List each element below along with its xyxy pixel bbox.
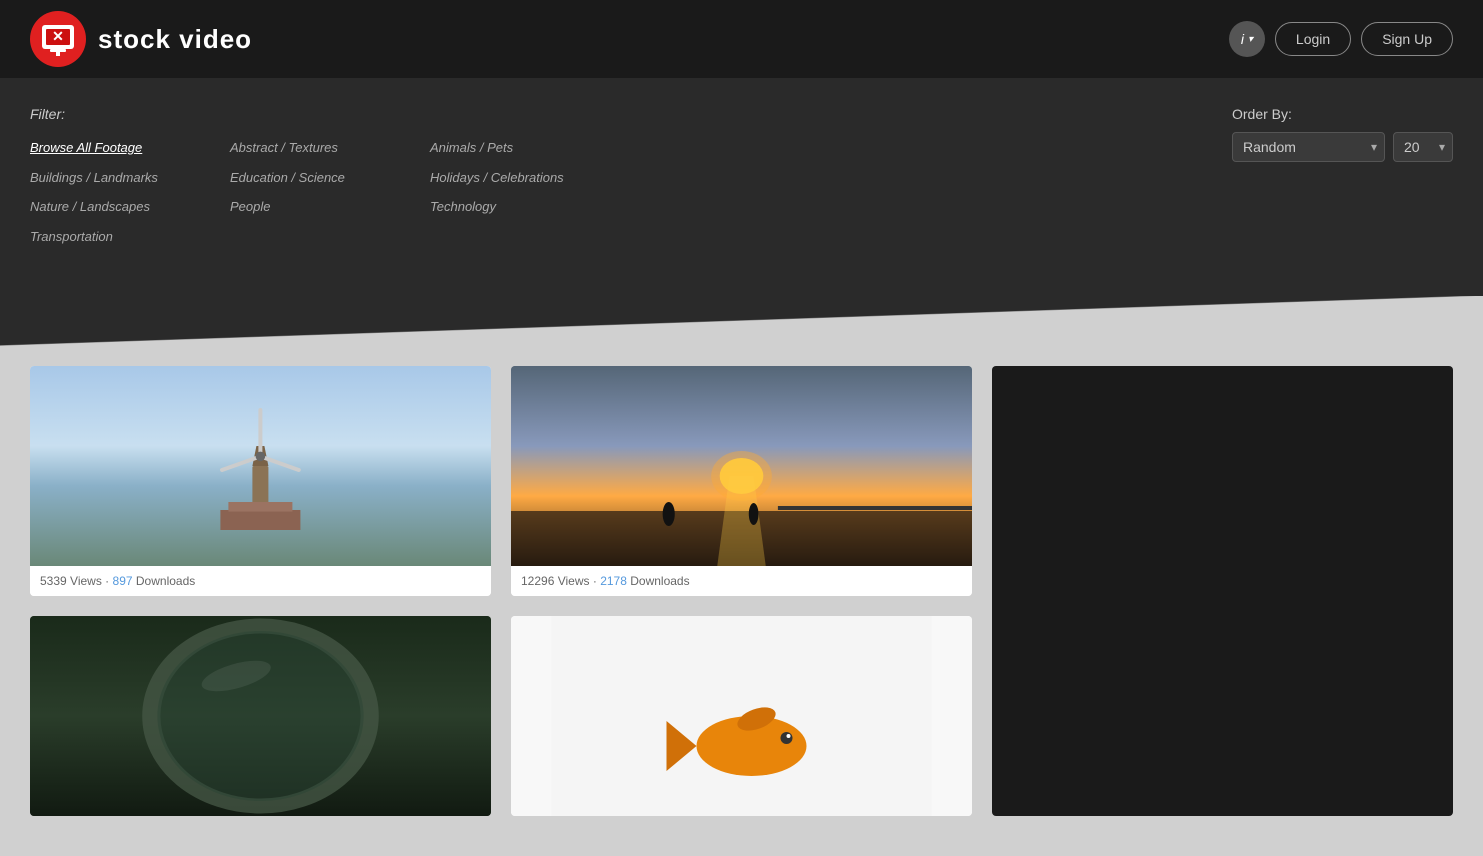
header-right: i ▾ Login Sign Up xyxy=(1229,21,1453,57)
count-select[interactable]: 10 20 50 100 xyxy=(1393,132,1453,162)
downloads-label-1: Downloads xyxy=(136,574,195,588)
video-card-2: 12296 Views · 2178 Downloads xyxy=(511,366,972,596)
filter-technology[interactable]: Technology xyxy=(430,197,610,217)
video-thumb-2 xyxy=(511,366,972,566)
video-card-inner-2[interactable]: 12296 Views · 2178 Downloads xyxy=(511,366,972,596)
order-select-wrapper: Random Newest Most Viewed Most Downloade… xyxy=(1232,132,1385,162)
signup-button[interactable]: Sign Up xyxy=(1361,22,1453,56)
downloads-count-2: 2178 xyxy=(600,574,627,588)
video-card-inner-5[interactable] xyxy=(511,616,972,816)
video-thumb-1 xyxy=(30,366,491,566)
video-card-1: 5339 Views · 897 Downloads xyxy=(30,366,491,596)
info-button[interactable]: i ▾ xyxy=(1229,21,1265,57)
order-by-label: Order By: xyxy=(1232,106,1453,122)
thumb-fishtank xyxy=(30,616,491,816)
views-label-2: Views · xyxy=(558,574,600,588)
video-thumb-5 xyxy=(511,616,972,816)
video-card-inner-4[interactable] xyxy=(30,616,491,816)
video-card-5 xyxy=(511,616,972,816)
downloads-count-1: 897 xyxy=(113,574,133,588)
login-button[interactable]: Login xyxy=(1275,22,1351,56)
filter-transportation[interactable]: Transportation xyxy=(30,227,210,247)
video-meta-1: 5339 Views · 897 Downloads xyxy=(30,566,491,596)
video-meta-2: 12296 Views · 2178 Downloads xyxy=(511,566,972,596)
filter-col-1: Browse All Footage Buildings / Landmarks… xyxy=(30,138,210,256)
thumb-fish xyxy=(511,616,972,816)
views-count-1: 5339 xyxy=(40,574,67,588)
filter-animals[interactable]: Animals / Pets xyxy=(430,138,610,158)
views-label-1: Views · xyxy=(70,574,112,588)
logo-area: ✕ stock video xyxy=(30,11,252,67)
video-card-3-container xyxy=(992,366,1453,816)
filter-col-3: Animals / Pets Holidays / Celebrations T… xyxy=(430,138,610,256)
filter-holidays[interactable]: Holidays / Celebrations xyxy=(430,168,610,188)
views-count-2: 12296 xyxy=(521,574,554,588)
count-select-wrapper: 10 20 50 100 xyxy=(1393,132,1453,162)
header: ✕ stock video i ▾ Login Sign Up xyxy=(0,0,1483,78)
filter-panel: Filter: Browse All Footage Buildings / L… xyxy=(0,78,1483,296)
filter-browse-all[interactable]: Browse All Footage xyxy=(30,138,210,158)
content: 5339 Views · 897 Downloads xyxy=(0,346,1483,856)
thumb-sunset xyxy=(511,366,972,566)
filter-people[interactable]: People xyxy=(230,197,410,217)
video-card-dark[interactable] xyxy=(992,366,1453,816)
thumb-windmill xyxy=(30,366,491,566)
info-chevron-icon: ▾ xyxy=(1248,34,1253,45)
filter-buildings[interactable]: Buildings / Landmarks xyxy=(30,168,210,188)
video-grid: 5339 Views · 897 Downloads xyxy=(30,366,1453,816)
logo-text: stock video xyxy=(98,24,252,55)
video-card-4 xyxy=(30,616,491,816)
video-thumb-4 xyxy=(30,616,491,816)
info-icon: i xyxy=(1241,31,1244,47)
diagonal-separator xyxy=(0,296,1483,346)
filter-nature[interactable]: Nature / Landscapes xyxy=(30,197,210,217)
filter-col-2: Abstract / Textures Education / Science … xyxy=(230,138,410,256)
order-select[interactable]: Random Newest Most Viewed Most Downloade… xyxy=(1232,132,1385,162)
svg-text:✕: ✕ xyxy=(52,28,64,44)
filter-abstract[interactable]: Abstract / Textures xyxy=(230,138,410,158)
order-by-controls: Random Newest Most Viewed Most Downloade… xyxy=(1232,132,1453,162)
filter-education[interactable]: Education / Science xyxy=(230,168,410,188)
video-card-inner-1[interactable]: 5339 Views · 897 Downloads xyxy=(30,366,491,596)
downloads-label-2: Downloads xyxy=(630,574,689,588)
order-by-section: Order By: Random Newest Most Viewed Most… xyxy=(1232,106,1453,162)
logo-icon: ✕ xyxy=(30,11,86,67)
